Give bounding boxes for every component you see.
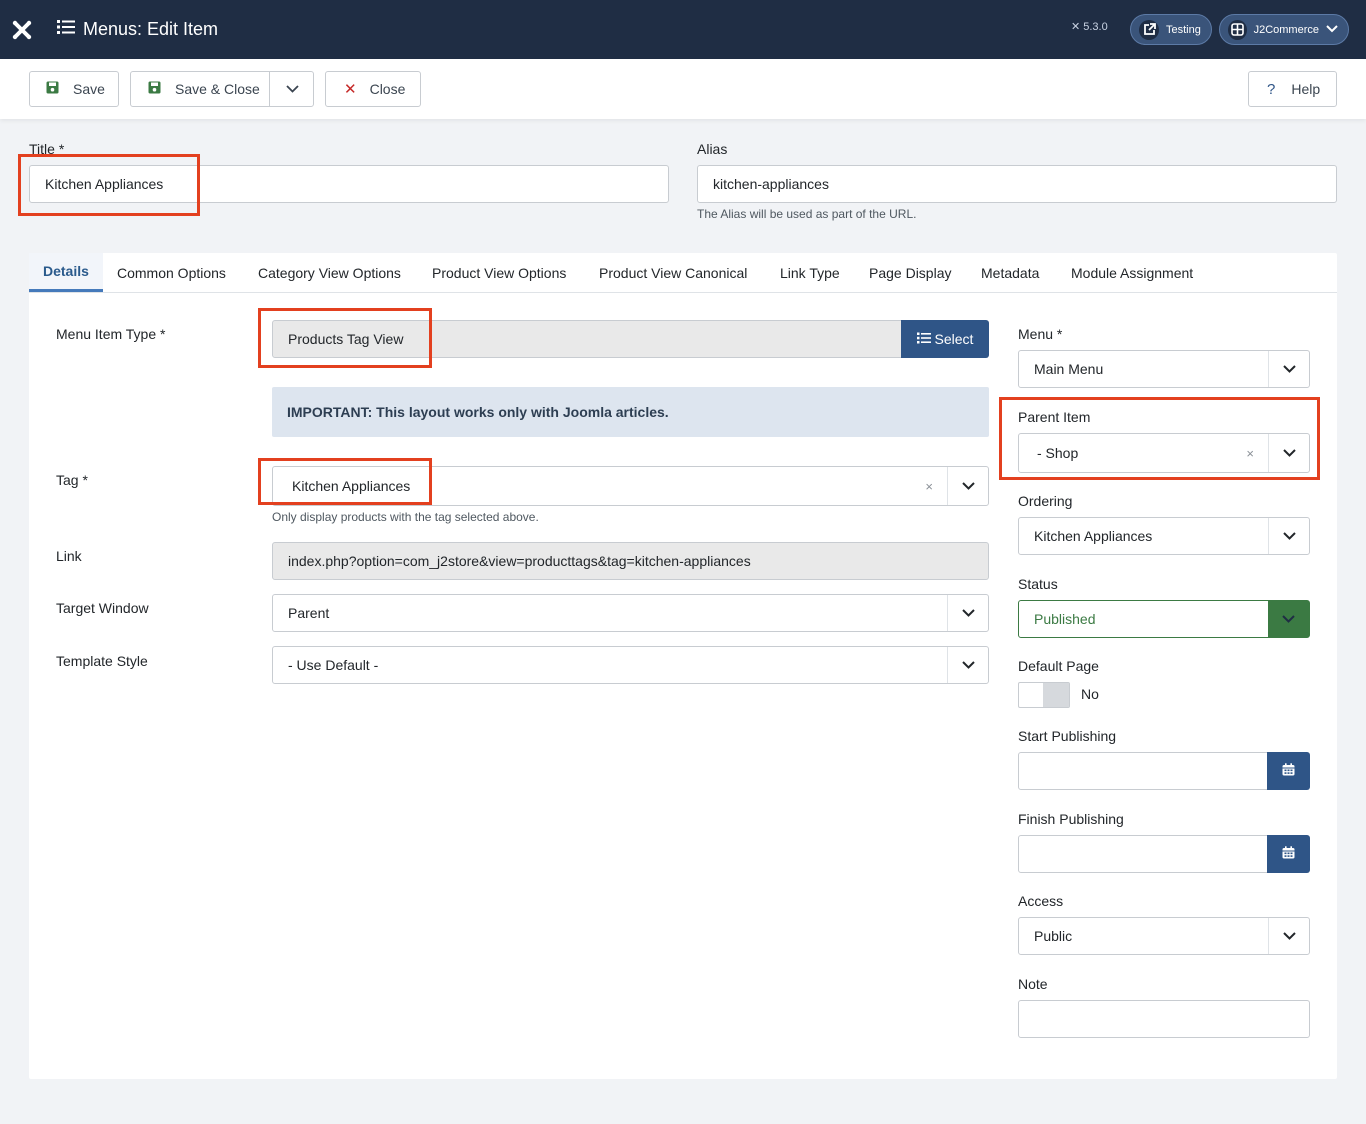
help-button[interactable]: ? Help — [1248, 71, 1337, 107]
tab-module-assignment[interactable]: Module Assignment — [1071, 253, 1193, 292]
parent-item-select[interactable]: - Shop × — [1018, 433, 1310, 473]
list-icon — [916, 331, 931, 347]
status-label: Status — [1018, 576, 1058, 592]
tab-bar: Details Common Options Category View Opt… — [29, 253, 1337, 293]
chevron-down-icon[interactable] — [947, 467, 988, 505]
chevron-down-icon — [947, 595, 988, 631]
template-style-label: Template Style — [56, 653, 148, 669]
testing-site-button[interactable]: Testing — [1130, 14, 1212, 45]
clear-tag-icon[interactable]: × — [925, 479, 933, 494]
close-button[interactable]: ✕ Close — [325, 71, 421, 107]
access-label: Access — [1018, 893, 1064, 909]
alias-label: Alias — [697, 141, 728, 157]
finish-calendar-button[interactable] — [1267, 835, 1310, 873]
select-type-button[interactable]: Select — [901, 320, 989, 358]
save-icon — [148, 81, 161, 97]
save-close-button[interactable]: Save & Close — [130, 71, 314, 107]
close-icon: ✕ — [344, 81, 357, 98]
tab-product-view-options[interactable]: Product View Options — [432, 253, 566, 292]
parent-item-label: Parent Item — [1018, 409, 1091, 425]
menu-item-type-label: Menu Item Type * — [56, 326, 166, 342]
ordering-select[interactable]: Kitchen Appliances — [1018, 517, 1310, 555]
tag-label: Tag * — [56, 472, 88, 488]
template-style-select[interactable]: - Use Default - — [272, 646, 989, 684]
chevron-down-icon — [947, 647, 988, 683]
page-title: Menus: Edit Item — [57, 0, 218, 59]
default-page-label: Default Page — [1018, 658, 1099, 674]
joomla-logo-icon[interactable] — [0, 0, 44, 59]
status-select[interactable]: Published — [1018, 600, 1310, 638]
toggle-knob — [1043, 683, 1069, 707]
tab-details[interactable]: Details — [29, 253, 103, 292]
title-input[interactable]: Kitchen Appliances — [29, 165, 669, 203]
menu-item-type-input: Products Tag View — [272, 320, 902, 358]
question-icon: ? — [1267, 80, 1276, 98]
tab-category-view-options[interactable]: Category View Options — [258, 253, 401, 292]
tab-product-view-canonical[interactable]: Product View Canonical — [599, 253, 747, 292]
chevron-down-icon — [1268, 601, 1309, 637]
ordering-label: Ordering — [1018, 493, 1073, 509]
alias-input[interactable]: kitchen-appliances — [697, 165, 1337, 203]
note-input[interactable] — [1018, 1000, 1310, 1038]
calendar-icon — [1282, 763, 1295, 779]
note-label: Note — [1018, 976, 1048, 992]
target-window-select[interactable]: Parent — [272, 594, 989, 632]
version-badge: ✕ 5.3.0 — [1071, 20, 1108, 34]
tab-page-display[interactable]: Page Display — [869, 253, 952, 292]
grid-icon — [1228, 19, 1247, 40]
start-publishing-input[interactable] — [1018, 752, 1268, 790]
chevron-down-icon[interactable] — [1268, 434, 1309, 472]
link-label: Link — [56, 548, 82, 564]
save-dropdown-toggle[interactable] — [270, 72, 314, 106]
tab-metadata[interactable]: Metadata — [981, 253, 1039, 292]
menu-label: Menu * — [1018, 326, 1063, 342]
tag-value: Kitchen Appliances — [292, 478, 411, 494]
default-page-toggle[interactable] — [1018, 682, 1070, 708]
toolbar: Save Save & Close ✕ Close ? Help — [0, 59, 1366, 119]
calendar-icon — [1282, 846, 1295, 862]
access-select[interactable]: Public — [1018, 917, 1310, 955]
finish-publishing-input[interactable] — [1018, 835, 1268, 873]
menu-select[interactable]: Main Menu — [1018, 350, 1310, 388]
tab-link-type[interactable]: Link Type — [780, 253, 840, 292]
page-title-text: Menus: Edit Item — [83, 19, 219, 39]
tab-common-options[interactable]: Common Options — [117, 253, 226, 292]
chevron-down-icon — [1268, 351, 1309, 387]
finish-publishing-label: Finish Publishing — [1018, 811, 1124, 827]
start-calendar-button[interactable] — [1267, 752, 1310, 790]
joomla-small-icon: ✕ — [1071, 21, 1081, 33]
tag-hint: Only display products with the tag selec… — [272, 510, 539, 524]
chevron-down-icon — [1268, 518, 1309, 554]
chevron-down-icon — [1268, 918, 1309, 954]
link-input: index.php?option=com_j2store&view=produc… — [272, 542, 989, 580]
target-window-label: Target Window — [56, 600, 149, 616]
external-link-icon — [1139, 19, 1159, 40]
start-publishing-label: Start Publishing — [1018, 728, 1117, 744]
alias-hint: The Alias will be used as part of the UR… — [697, 207, 917, 221]
top-header: Menus: Edit Item ✕ 5.3.0 Testing J2Comme… — [0, 0, 1366, 59]
list-icon — [57, 19, 75, 40]
tag-select[interactable]: Kitchen Appliances × — [272, 466, 989, 506]
clear-parent-icon[interactable]: × — [1246, 446, 1254, 461]
title-label: Title * — [29, 141, 65, 157]
user-menu-button[interactable]: J2Commerce — [1219, 14, 1349, 45]
save-icon — [46, 81, 59, 97]
important-notice: IMPORTANT: This layout works only with J… — [272, 387, 989, 437]
save-button[interactable]: Save — [29, 71, 119, 107]
default-page-value: No — [1081, 686, 1099, 702]
chevron-down-icon — [1326, 24, 1338, 36]
